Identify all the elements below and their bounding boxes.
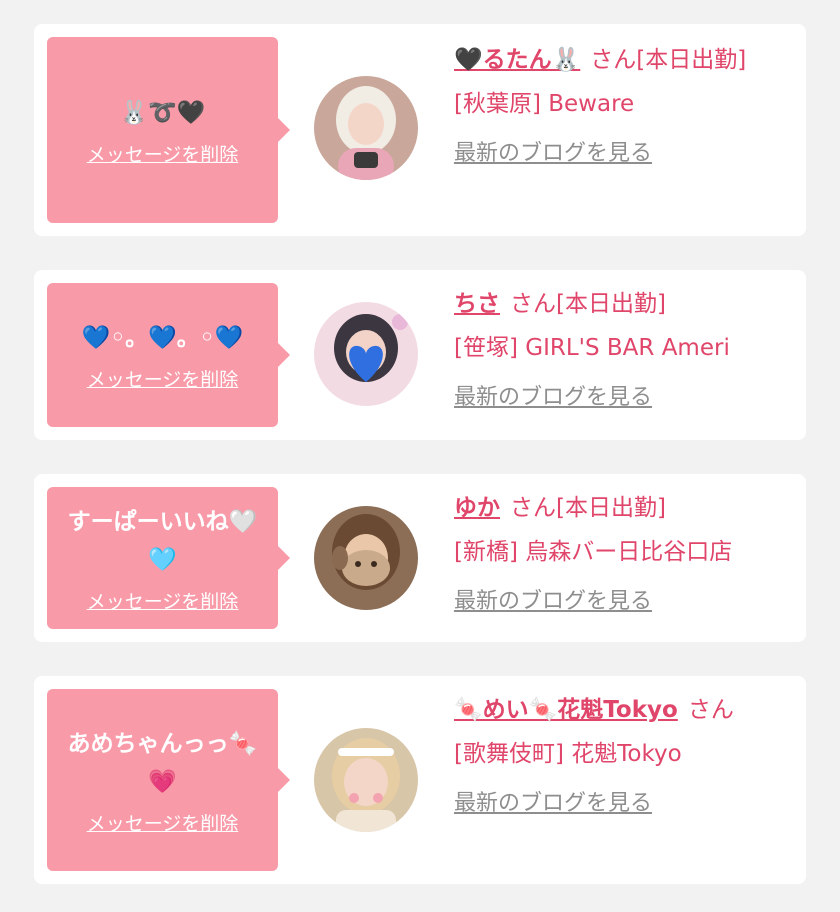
cast-location: [秋葉原] Beware bbox=[454, 91, 635, 117]
message-text: 💙◦。💙。◦💙 bbox=[81, 324, 244, 351]
message-card: すーぱーいいね🤍🩵 メッセージを削除 ゆか さん[本日出勤] [新橋] 烏森バー日… bbox=[34, 474, 806, 642]
latest-blog-link[interactable]: 最新のブログを見る bbox=[454, 376, 652, 420]
latest-blog-link[interactable]: 最新のブログを見る bbox=[454, 782, 652, 826]
cast-name-line: ちさ さん[本日出勤] bbox=[454, 282, 792, 326]
avatar[interactable] bbox=[314, 728, 418, 832]
cast-location: [新橋] 烏森バー日比谷口店 bbox=[454, 539, 733, 565]
message-bubble: 🐰➰🖤 メッセージを削除 bbox=[47, 37, 290, 223]
cast-status: さん bbox=[687, 697, 734, 723]
message-card: あめちゃんっっ🍬💗 メッセージを削除 🍬めい🍬花魁Tokyo さん [歌舞伎町] … bbox=[34, 676, 806, 884]
delete-message-link[interactable]: メッセージを削除 bbox=[87, 140, 239, 167]
cast-name-line: ゆか さん[本日出勤] bbox=[454, 486, 792, 530]
avatar-photo bbox=[314, 506, 418, 610]
delete-message-link[interactable]: メッセージを削除 bbox=[87, 587, 239, 614]
avatar[interactable] bbox=[314, 302, 418, 406]
delete-message-link[interactable]: メッセージを削除 bbox=[87, 809, 239, 836]
message-card: 💙◦。💙。◦💙 メッセージを削除 ちさ さん[本日出勤] [笹塚] GIRL'S … bbox=[34, 270, 806, 440]
avatar-photo bbox=[314, 302, 418, 406]
delete-message-link[interactable]: メッセージを削除 bbox=[87, 365, 239, 392]
avatar-photo bbox=[314, 728, 418, 832]
cast-info: 🖤るたん🐰 さん[本日出勤] [秋葉原] Beware 最新のブログを見る bbox=[454, 38, 792, 176]
avatar[interactable] bbox=[314, 76, 418, 180]
cast-status: さん[本日出勤] bbox=[510, 495, 666, 521]
message-bubble: すーぱーいいね🤍🩵 メッセージを削除 bbox=[47, 487, 290, 629]
message-bubble: 💙◦。💙。◦💙 メッセージを削除 bbox=[47, 283, 290, 427]
message-text: 🐰➰🖤 bbox=[119, 99, 206, 126]
message-card: 🐰➰🖤 メッセージを削除 🖤るたん🐰 さん[本日出勤] [秋葉原] Beware … bbox=[34, 24, 806, 236]
message-text: すーぱーいいね🤍🩵 bbox=[67, 508, 258, 573]
cast-location: [歌舞伎町] 花魁Tokyo bbox=[454, 741, 682, 767]
cast-name-line: 🖤るたん🐰 さん[本日出勤] bbox=[454, 38, 792, 82]
cast-name-link[interactable]: ちさ bbox=[454, 291, 500, 317]
cast-name-link[interactable]: 🖤るたん🐰 bbox=[454, 47, 580, 73]
message-text: あめちゃんっっ🍬💗 bbox=[67, 730, 258, 795]
message-list: 🐰➰🖤 メッセージを削除 🖤るたん🐰 さん[本日出勤] [秋葉原] Beware … bbox=[0, 0, 840, 912]
cast-info: 🍬めい🍬花魁Tokyo さん [歌舞伎町] 花魁Tokyo 最新のブログを見る bbox=[454, 688, 792, 826]
cast-info: ちさ さん[本日出勤] [笹塚] GIRL'S BAR Ameri 最新のブログを… bbox=[454, 282, 792, 420]
cast-status: さん[本日出勤] bbox=[590, 47, 747, 73]
avatar-photo bbox=[314, 76, 418, 180]
avatar[interactable] bbox=[314, 506, 418, 610]
cast-name-link[interactable]: ゆか bbox=[454, 495, 500, 521]
latest-blog-link[interactable]: 最新のブログを見る bbox=[454, 580, 652, 624]
cast-name-line: 🍬めい🍬花魁Tokyo さん bbox=[454, 688, 792, 732]
cast-location: [笹塚] GIRL'S BAR Ameri bbox=[454, 335, 730, 361]
cast-status: さん[本日出勤] bbox=[510, 291, 666, 317]
cast-info: ゆか さん[本日出勤] [新橋] 烏森バー日比谷口店 最新のブログを見る bbox=[454, 486, 792, 624]
cast-name-link[interactable]: 🍬めい🍬花魁Tokyo bbox=[454, 697, 678, 723]
message-bubble: あめちゃんっっ🍬💗 メッセージを削除 bbox=[47, 689, 290, 871]
latest-blog-link[interactable]: 最新のブログを見る bbox=[454, 132, 652, 176]
